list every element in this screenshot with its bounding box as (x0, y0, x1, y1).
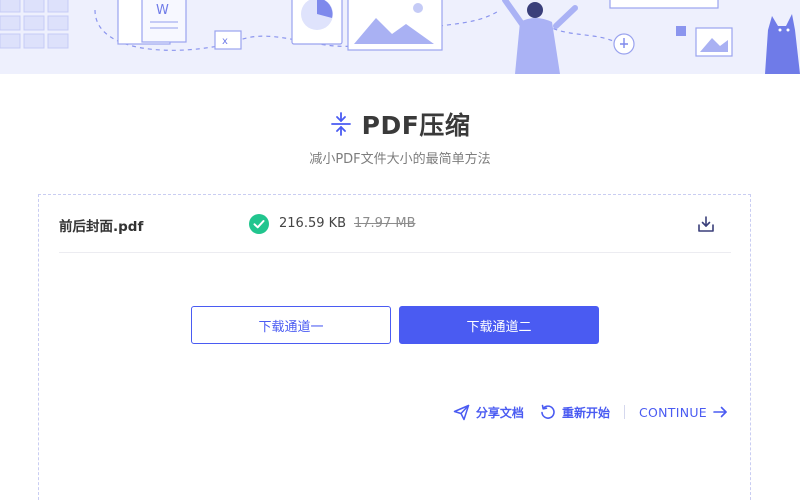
svg-text:W: W (156, 3, 169, 18)
download-icon[interactable] (697, 215, 715, 233)
svg-text:x: x (222, 36, 228, 47)
page-subtitle: 减小PDF文件大小的最简单方法 (309, 152, 491, 167)
paper-plane-icon (453, 404, 470, 420)
check-circle-icon (249, 214, 269, 234)
result-panel: 前后封面.pdf 216.59 KB 17.97 MB 下载通道一 下载通道二 (38, 194, 751, 500)
share-document-link[interactable]: 分享文档 (453, 404, 524, 421)
hero-banner: W x (0, 0, 800, 74)
page-title: PDF压缩 (361, 111, 471, 140)
download-channel-one-button[interactable]: 下载通道一 (191, 306, 391, 344)
hero-illustration: W x (0, 0, 800, 74)
action-bar: 分享文档 重新开始 CONTINUE (453, 401, 728, 423)
title-row: PDF压缩 (0, 104, 800, 144)
download-channel-two-button[interactable]: 下载通道二 (399, 306, 599, 344)
original-size: 17.97 MB (354, 216, 416, 231)
refresh-icon (541, 404, 555, 419)
file-name: 前后封面.pdf (59, 219, 144, 235)
compress-icon (330, 112, 351, 136)
share-label: 分享文档 (475, 405, 524, 420)
action-divider (623, 405, 625, 419)
compressed-size: 216.59 KB (279, 216, 347, 231)
arrow-right-icon (713, 406, 727, 418)
restart-link[interactable]: 重新开始 (540, 404, 610, 421)
continue-link[interactable]: CONTINUE (639, 405, 728, 420)
file-row: 前后封面.pdf 216.59 KB 17.97 MB (59, 195, 731, 253)
continue-label: CONTINUE (638, 404, 707, 420)
restart-label: 重新开始 (561, 405, 610, 420)
